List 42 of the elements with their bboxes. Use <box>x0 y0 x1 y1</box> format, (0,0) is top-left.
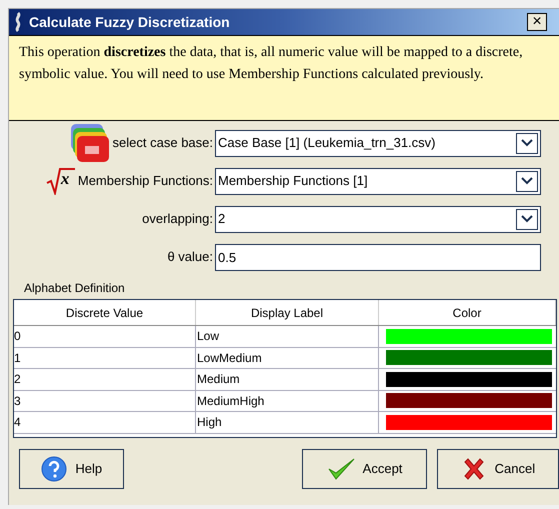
color-swatch[interactable] <box>386 372 552 387</box>
dropdown-value: Membership Functions [1] <box>218 172 369 190</box>
column-header[interactable]: Color <box>379 300 556 325</box>
table-cell: 4 <box>14 412 196 432</box>
dropdown-value: 2 <box>218 210 226 228</box>
table-cell: 2 <box>14 369 196 390</box>
section-title: Alphabet Definition <box>24 280 126 297</box>
column-header[interactable]: Discrete Value <box>14 300 196 325</box>
table-cell: Medium <box>196 369 379 390</box>
table-cell: 3 <box>14 390 196 411</box>
table-cell: Low <box>196 326 379 346</box>
dropdown[interactable]: Case Base [1] (Leukemia_trn_31.csv) <box>215 130 541 156</box>
table-cell: LowMedium <box>196 348 379 368</box>
color-swatch[interactable] <box>386 328 552 344</box>
field-label: θ value: <box>167 248 213 266</box>
close-button[interactable]: × <box>527 13 547 31</box>
table-cell: High <box>196 412 379 432</box>
table-cell: MediumHigh <box>196 390 379 411</box>
info-text: This operation discretizes the data, that is, all numeric value will be mapped to a discrete, symbolic value. You will need to use Membership Functions calculated previously. <box>19 44 524 84</box>
color-swatch[interactable] <box>386 414 552 430</box>
cancel-button[interactable]: Cancel <box>436 449 559 489</box>
color-swatch[interactable] <box>386 393 552 408</box>
field-label: select case base: <box>112 134 213 152</box>
column-header[interactable]: Display Label <box>196 300 379 325</box>
table-cell: 1 <box>14 348 196 368</box>
checkmark-icon <box>326 457 355 481</box>
field-label: Membership Functions: <box>78 172 213 190</box>
accept-button[interactable]: Accept <box>302 449 427 489</box>
dropdown[interactable]: 2 <box>215 206 541 232</box>
window-title: Calculate Fuzzy Discretization <box>29 12 231 32</box>
chevron-down-icon <box>521 177 533 185</box>
input-field[interactable]: 0.5 <box>215 244 541 270</box>
help-button[interactable]: Help <box>19 449 124 489</box>
app-icon <box>13 12 23 32</box>
field-label: overlapping: <box>142 210 213 228</box>
dropdown-value: Case Base [1] (Leukemia_trn_31.csv) <box>218 134 436 152</box>
chevron-down-icon <box>521 215 533 223</box>
color-swatch[interactable] <box>386 350 552 366</box>
help-icon <box>41 456 68 482</box>
dropdown[interactable]: Membership Functions [1] <box>215 168 541 194</box>
table-cell: 0 <box>14 326 196 346</box>
chevron-down-icon <box>521 139 533 147</box>
